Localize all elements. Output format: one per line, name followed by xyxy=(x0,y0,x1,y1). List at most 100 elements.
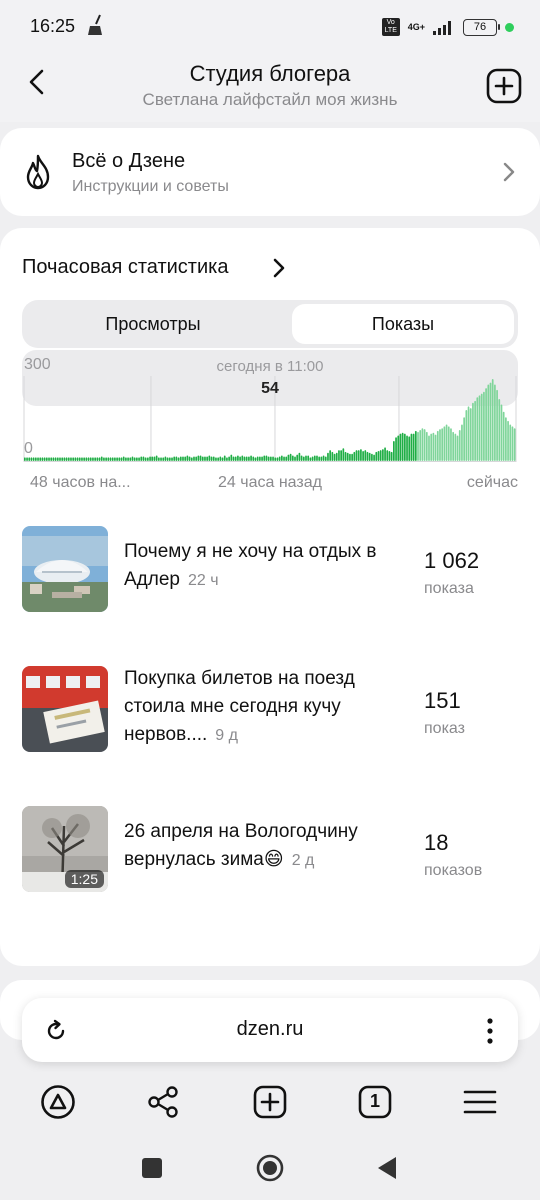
list-item[interactable]: 1:25 26 апреля на Вологодчину вернулась … xyxy=(22,806,518,892)
more-vertical-icon[interactable] xyxy=(486,1017,494,1045)
about-zen-card[interactable]: Всё о Дзене Инструкции и советы xyxy=(0,128,540,216)
chart-bar xyxy=(179,456,182,461)
list-item[interactable]: Покупка билетов на поезд стоила мне сего… xyxy=(22,666,518,752)
chart-bar xyxy=(318,456,321,461)
chart-bar xyxy=(408,436,411,461)
chart-bar xyxy=(393,440,395,461)
list-item[interactable]: Почему я не хочу на отдых в Адлер 22 ч 1 … xyxy=(22,526,518,612)
tabs-counter-icon[interactable]: 1 xyxy=(357,1084,393,1120)
chart-bar xyxy=(384,447,386,461)
chart-bar xyxy=(313,455,316,461)
home-icon[interactable] xyxy=(256,1154,284,1182)
chart-bar xyxy=(472,402,474,461)
chart-bar xyxy=(59,457,61,461)
chart-bar xyxy=(412,433,415,461)
recent-apps-icon[interactable] xyxy=(142,1158,162,1178)
zen-card-title: Всё о Дзене xyxy=(72,150,186,172)
chart-bar xyxy=(230,454,233,461)
chart-bar xyxy=(450,428,452,461)
chart-bar xyxy=(436,430,439,461)
chart-bar xyxy=(43,457,46,461)
article-age: 22 ч xyxy=(187,572,219,589)
chart-bar xyxy=(342,448,345,461)
hourly-chart[interactable]: 300 0 сегодня в 11:00 54 xyxy=(22,350,518,462)
chart-bar xyxy=(107,457,110,461)
flame-icon xyxy=(26,154,50,190)
chart-bar xyxy=(298,452,301,461)
plus-square-icon[interactable] xyxy=(486,68,522,104)
chart-bar xyxy=(502,411,505,461)
x-axis-label-middle: 24 часа назад xyxy=(218,474,322,491)
chart-bar xyxy=(377,450,380,461)
hamburger-menu-icon[interactable] xyxy=(462,1084,498,1120)
chart-bar xyxy=(324,456,327,461)
chart-bar xyxy=(344,451,347,461)
chart-bar xyxy=(307,455,310,461)
chart-bar xyxy=(160,457,162,461)
chart-bar xyxy=(338,450,340,461)
chart-bar xyxy=(403,433,406,461)
chart-bar xyxy=(406,435,408,461)
chart-bar xyxy=(445,424,448,461)
chart-bar xyxy=(239,456,241,461)
chart-bar xyxy=(120,457,123,461)
zen-card-subtitle: Инструкции и советы xyxy=(72,178,229,195)
chart-bar xyxy=(127,457,129,461)
chart-bar xyxy=(217,457,219,461)
chevron-right-icon[interactable] xyxy=(272,258,286,278)
chart-bar xyxy=(511,426,514,461)
tooltip-value: 54 xyxy=(261,380,279,397)
impressions-count: 1 062 xyxy=(424,548,480,573)
chart-bar xyxy=(54,457,57,461)
chart-bar xyxy=(72,457,75,461)
chart-bar xyxy=(164,456,167,461)
url-text[interactable]: dzen.ru xyxy=(22,1018,518,1041)
volte-indicator: Vo LTE xyxy=(381,18,400,36)
chart-bar xyxy=(463,417,465,461)
hourly-stats-title[interactable]: Почасовая статистика xyxy=(22,256,228,279)
tab-impressions[interactable]: Показы xyxy=(292,304,514,344)
article-title-block: Почему я не хочу на отдых в Адлер 22 ч xyxy=(124,538,404,595)
chart-bar xyxy=(259,456,261,461)
page-title: Студия блогера xyxy=(189,61,351,86)
back-triangle-icon[interactable] xyxy=(376,1156,398,1180)
chart-bar xyxy=(507,420,509,461)
chart-bar xyxy=(322,455,325,461)
chart-bar xyxy=(195,456,198,461)
tab-views[interactable]: Просмотры xyxy=(42,304,264,344)
chart-bar xyxy=(136,457,138,461)
chart-bar xyxy=(331,451,334,461)
chart-bar xyxy=(34,457,37,461)
chart-bar xyxy=(182,456,184,461)
impressions-count: 18 xyxy=(424,830,449,855)
chart-bar xyxy=(56,457,59,461)
chart-bar xyxy=(417,431,419,461)
share-icon[interactable] xyxy=(146,1084,182,1120)
chart-bar xyxy=(204,456,206,461)
chart-bar xyxy=(474,400,476,461)
chart-bar xyxy=(270,456,272,461)
browser-address-bar[interactable]: dzen.ru xyxy=(22,998,518,1062)
chart-bar xyxy=(37,457,39,461)
chevron-right-icon xyxy=(503,162,515,182)
article-age: 2 д xyxy=(291,852,315,869)
x-axis-label-end: сейчас xyxy=(466,474,518,491)
alice-icon[interactable] xyxy=(40,1084,76,1120)
chart-bar xyxy=(197,455,200,461)
chart-bar xyxy=(105,457,107,461)
chart-bar xyxy=(215,457,217,461)
article-title-block: Покупка билетов на поезд стоила мне сего… xyxy=(124,665,404,750)
chart-bar xyxy=(151,456,154,461)
chart-bar xyxy=(252,456,255,461)
chart-bar xyxy=(208,455,211,461)
chart-bar xyxy=(296,454,299,461)
chart-bar xyxy=(243,456,246,461)
chart-bar xyxy=(291,455,294,461)
plus-square-icon[interactable] xyxy=(252,1084,288,1120)
chart-bar xyxy=(401,432,404,461)
chart-bar xyxy=(81,457,83,461)
chart-bar xyxy=(184,456,187,461)
chart-bar xyxy=(45,457,48,461)
chart-bar xyxy=(63,457,66,461)
chart-bar xyxy=(67,457,70,461)
